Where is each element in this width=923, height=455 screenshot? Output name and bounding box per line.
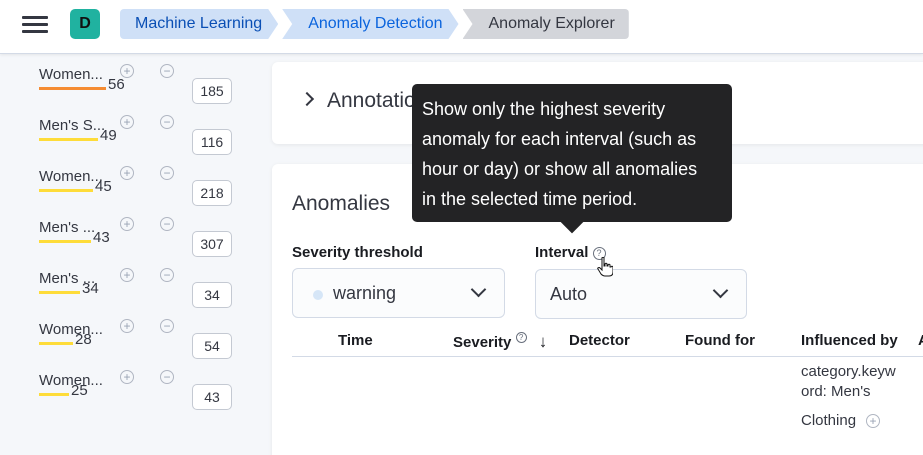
space-avatar[interactable]: D xyxy=(70,9,100,39)
influencer-count-badge: 54 xyxy=(192,333,232,359)
breadcrumb: Machine Learning Anomaly Detection Anoma… xyxy=(120,9,633,39)
influencer-score: 49 xyxy=(100,127,117,144)
minus-circle-icon[interactable]: − xyxy=(160,64,174,78)
influencer-row: Women... 56 + − 185 xyxy=(38,64,238,114)
interval-value: Auto xyxy=(550,284,588,304)
column-header-time[interactable]: Time xyxy=(338,332,373,349)
column-header-actual[interactable]: A xyxy=(918,332,923,349)
influencer-score: 43 xyxy=(93,229,110,246)
column-header-severity[interactable]: Severity ? ↓ xyxy=(453,332,547,352)
influencer-count-badge: 43 xyxy=(192,384,232,410)
influencer-count-badge: 218 xyxy=(192,180,232,206)
chevron-down-icon xyxy=(470,281,487,298)
influencer-count-badge: 34 xyxy=(192,282,232,308)
influencer-name: Women... xyxy=(39,321,103,338)
influencer-score-bar xyxy=(39,189,93,192)
interval-help-tooltip: Show only the highest severity anomaly f… xyxy=(412,84,732,222)
plus-circle-icon[interactable]: + xyxy=(120,166,134,180)
column-header-severity-text: Severity xyxy=(453,334,512,351)
influencer-row: Women... 25 + −43 xyxy=(38,370,238,420)
column-header-detector[interactable]: Detector xyxy=(569,332,630,349)
severity-threshold-value: warning xyxy=(333,283,397,303)
influenced-by-line2: ord: Men's xyxy=(801,383,871,400)
plus-circle-icon[interactable]: + xyxy=(120,64,134,78)
influencer-name: Women... xyxy=(39,66,103,83)
severity-dot-icon xyxy=(313,290,323,300)
influencer-score: 45 xyxy=(95,178,112,195)
tooltip-line2: anomaly for each interval (such as xyxy=(422,129,697,149)
influencer-row: Women... 45 + − 218 xyxy=(38,166,238,216)
top-influencers-panel: Women... 56 + −185 Men's S... 49 + −116 Women...… xyxy=(0,55,252,455)
interval-select[interactable]: Auto xyxy=(535,269,747,319)
influencer-name: Men's S... xyxy=(39,117,106,134)
influencer-count-badge: 307 xyxy=(192,231,232,257)
severity-threshold-label: Severity threshold xyxy=(292,244,423,261)
influenced-by-line3-wrap: Clothing + xyxy=(801,411,896,431)
minus-circle-icon[interactable]: − xyxy=(160,217,174,231)
top-header: D Machine Learning Anomaly Detection Ano… xyxy=(0,0,923,54)
plus-circle-icon[interactable]: + xyxy=(120,115,134,129)
tooltip-line3: hour or day) or show all anomalies xyxy=(422,159,698,179)
influenced-by-cell: category.keyw ord: Men's Clothing + xyxy=(801,362,896,431)
minus-circle-icon[interactable]: − xyxy=(160,166,174,180)
plus-circle-icon[interactable]: + xyxy=(120,319,134,333)
influencer-count-badge: 116 xyxy=(192,129,232,155)
plus-circle-icon[interactable]: + xyxy=(120,217,134,231)
influencer-score: 25 xyxy=(71,382,88,399)
influencer-row: Men's S... 49 + − 116 xyxy=(38,115,238,165)
influencer-score: 28 xyxy=(75,331,92,348)
plus-circle-icon[interactable]: + xyxy=(120,370,134,384)
breadcrumb-anomaly-explorer: Anomaly Explorer xyxy=(462,9,629,39)
influencer-row: Men's ... 43 + − 307 xyxy=(38,217,238,267)
interval-label-text: Interval xyxy=(535,244,589,261)
influencer-row: Women... 28 + − 54 xyxy=(38,319,238,369)
tooltip-line1: Show only the highest severity xyxy=(422,99,666,119)
breadcrumb-machine-learning[interactable]: Machine Learning xyxy=(120,9,278,39)
influencer-score-bar xyxy=(39,87,106,90)
severity-threshold-select[interactable]: warning xyxy=(292,268,505,318)
minus-circle-icon[interactable]: − xyxy=(160,370,174,384)
plus-circle-icon[interactable]: + xyxy=(866,414,881,429)
hamburger-menu-icon[interactable] xyxy=(22,13,48,35)
interval-label: Interval ? xyxy=(535,244,606,261)
table-header-divider xyxy=(292,356,923,357)
breadcrumb-anomaly-detection[interactable]: Anomaly Detection xyxy=(282,9,458,39)
column-header-found-for[interactable]: Found for xyxy=(685,332,755,349)
question-circle-icon[interactable]: ? xyxy=(515,332,527,343)
influencer-score: 34 xyxy=(82,280,99,297)
influenced-by-line3: Clothing xyxy=(801,412,857,429)
influencer-name: Women... xyxy=(39,168,103,185)
anomalies-title: Anomalies xyxy=(292,192,391,215)
influencer-score-bar xyxy=(39,240,91,243)
column-header-influenced-by[interactable]: Influenced by xyxy=(801,332,898,349)
influenced-by-line1: category.keyw xyxy=(801,363,896,380)
plus-circle-icon[interactable]: + xyxy=(120,268,134,282)
minus-circle-icon[interactable]: − xyxy=(160,268,174,282)
tooltip-line4: in the selected time period. xyxy=(422,189,638,209)
influencer-score: 56 xyxy=(108,76,125,93)
influencer-score-bar xyxy=(39,342,73,345)
influencer-score-bar xyxy=(39,393,69,396)
minus-circle-icon[interactable]: − xyxy=(160,115,174,129)
influencer-score-bar xyxy=(39,291,80,294)
influencer-count-badge: 185 xyxy=(192,78,232,104)
annotations-title[interactable]: Annotatio xyxy=(327,89,416,113)
influencer-score-bar xyxy=(39,138,98,141)
chevron-down-icon xyxy=(712,282,729,299)
influencer-name: Men's ... xyxy=(39,219,96,236)
minus-circle-icon[interactable]: − xyxy=(160,319,174,333)
chevron-right-icon[interactable] xyxy=(299,91,315,107)
sort-arrow-down-icon[interactable]: ↓ xyxy=(539,332,548,351)
influencer-row: Men's ... 34 + −34 xyxy=(38,268,238,318)
hand-cursor-icon xyxy=(597,257,613,277)
